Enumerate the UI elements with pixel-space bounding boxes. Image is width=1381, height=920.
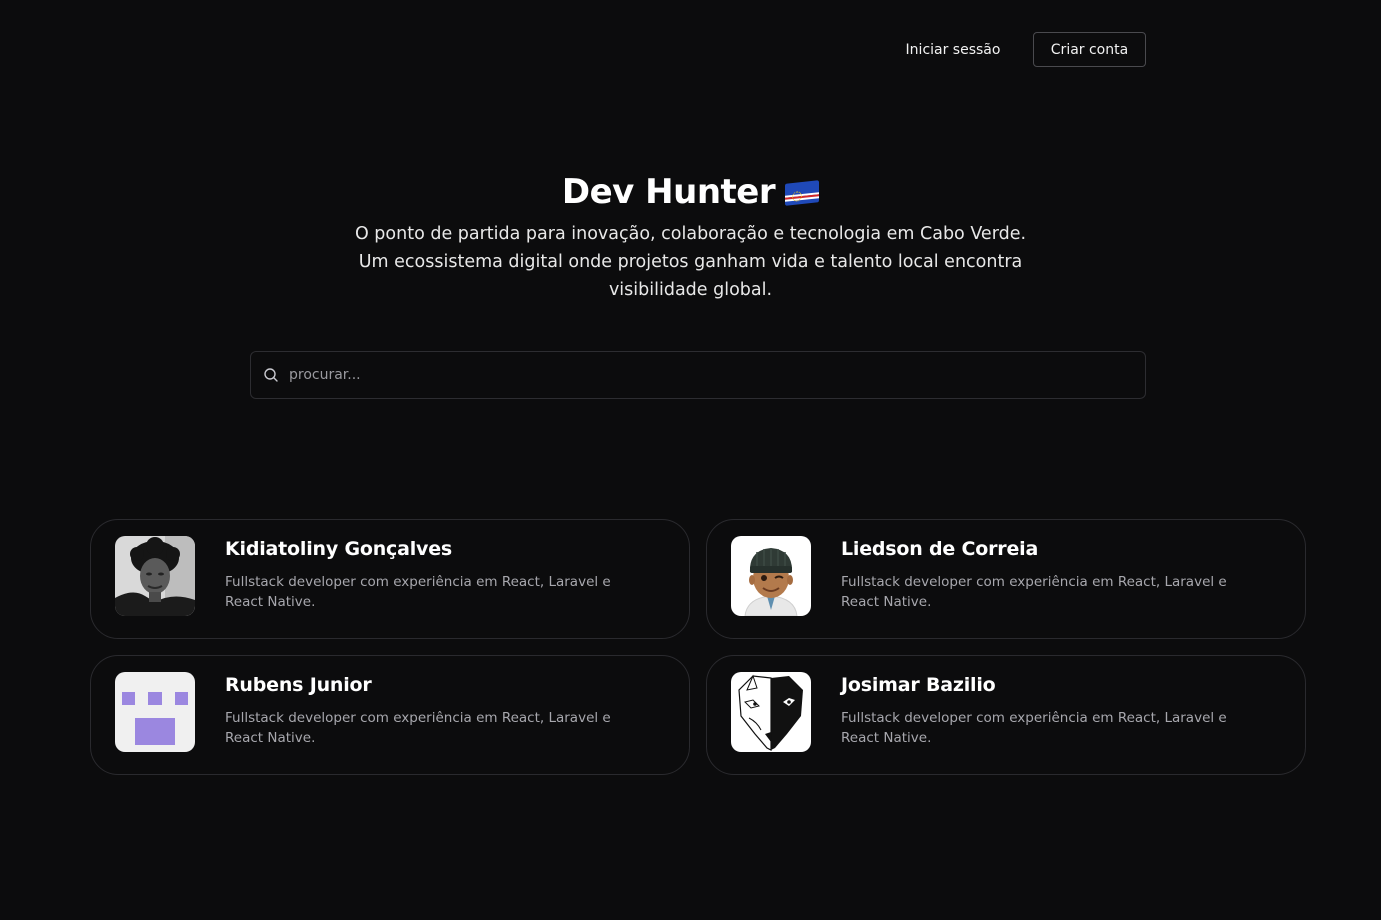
wolf-avatar xyxy=(731,672,811,752)
search-bar[interactable] xyxy=(250,351,1146,399)
signup-button[interactable]: Criar conta xyxy=(1033,32,1146,67)
search-icon xyxy=(264,368,278,382)
developer-card[interactable]: Josimar Bazilio Fullstack developer com … xyxy=(706,655,1306,775)
developer-card[interactable]: Rubens Junior Fullstack developer com ex… xyxy=(90,655,690,775)
page-title: Dev Hunter xyxy=(561,172,776,212)
top-nav: Iniciar sessão Criar conta xyxy=(0,32,1381,67)
developer-bio: Fullstack developer com experiência em R… xyxy=(841,710,1227,746)
developer-bio: Fullstack developer com experiência em R… xyxy=(225,574,611,610)
hero-section: Dev Hunter O ponto de partida para inova… xyxy=(0,170,1381,304)
developer-name: Kidiatoliny Gonçalves xyxy=(225,538,453,560)
developer-name: Rubens Junior xyxy=(225,674,372,696)
page-subtitle: O ponto de partida para inovação, colabo… xyxy=(354,224,1027,300)
developer-bio: Fullstack developer com experiência em R… xyxy=(841,574,1227,610)
developer-card[interactable]: Liedson de Correia Fullstack developer c… xyxy=(706,519,1306,639)
developer-card[interactable]: Kidiatoliny Gonçalves Fullstack develope… xyxy=(90,519,690,639)
developer-name: Josimar Bazilio xyxy=(841,674,996,696)
hero-heading: Dev Hunter xyxy=(0,170,1381,214)
emoji-avatar xyxy=(731,536,811,616)
identicon-avatar xyxy=(115,672,195,752)
developer-list: Kidiatoliny Gonçalves Fullstack develope… xyxy=(90,519,1306,775)
developer-name: Liedson de Correia xyxy=(841,538,1039,560)
search-input[interactable] xyxy=(287,352,1145,398)
developer-bio: Fullstack developer com experiência em R… xyxy=(225,710,611,746)
cape-verde-flag-icon xyxy=(785,180,820,206)
photo-avatar xyxy=(115,536,195,616)
login-link[interactable]: Iniciar sessão xyxy=(896,32,1010,67)
